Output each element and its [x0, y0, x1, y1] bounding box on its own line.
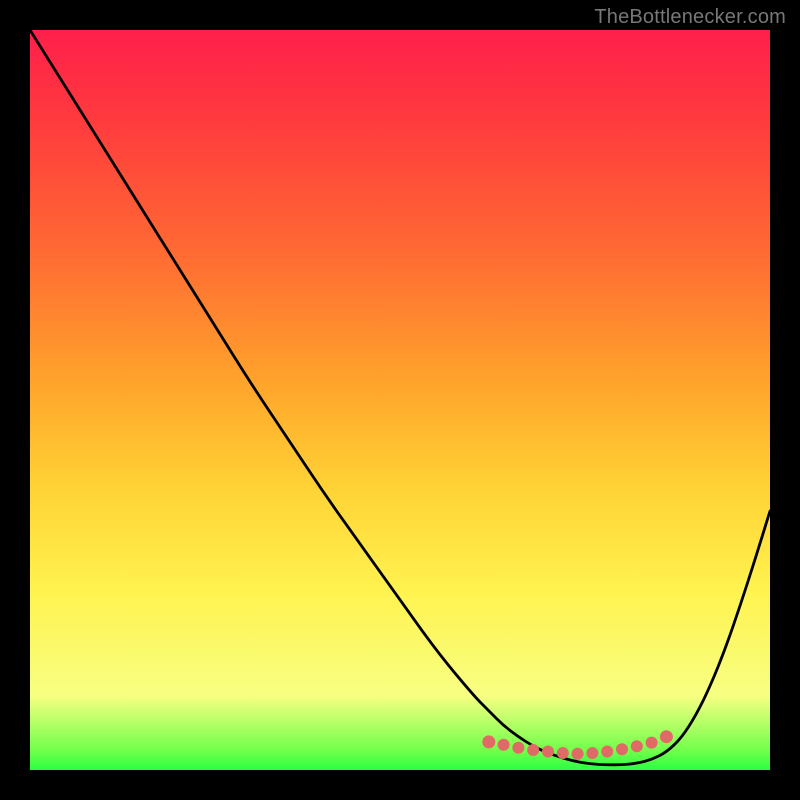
bead-cluster [482, 730, 673, 760]
bead [660, 730, 673, 743]
bead [631, 740, 643, 752]
bead [512, 742, 524, 754]
bead [527, 744, 539, 756]
bead [482, 735, 495, 748]
bead [572, 748, 584, 760]
bead [586, 747, 598, 759]
bead [498, 739, 510, 751]
bead [557, 747, 569, 759]
bead [646, 737, 658, 749]
bead [616, 743, 628, 755]
bead [601, 746, 613, 758]
curve-path [30, 30, 770, 765]
bead [542, 746, 554, 758]
source-label: TheBottlenecker.com [594, 6, 786, 29]
chart-frame: TheBottlenecker.com [0, 0, 800, 800]
bottleneck-curve [30, 30, 770, 770]
plot-area [30, 30, 770, 770]
